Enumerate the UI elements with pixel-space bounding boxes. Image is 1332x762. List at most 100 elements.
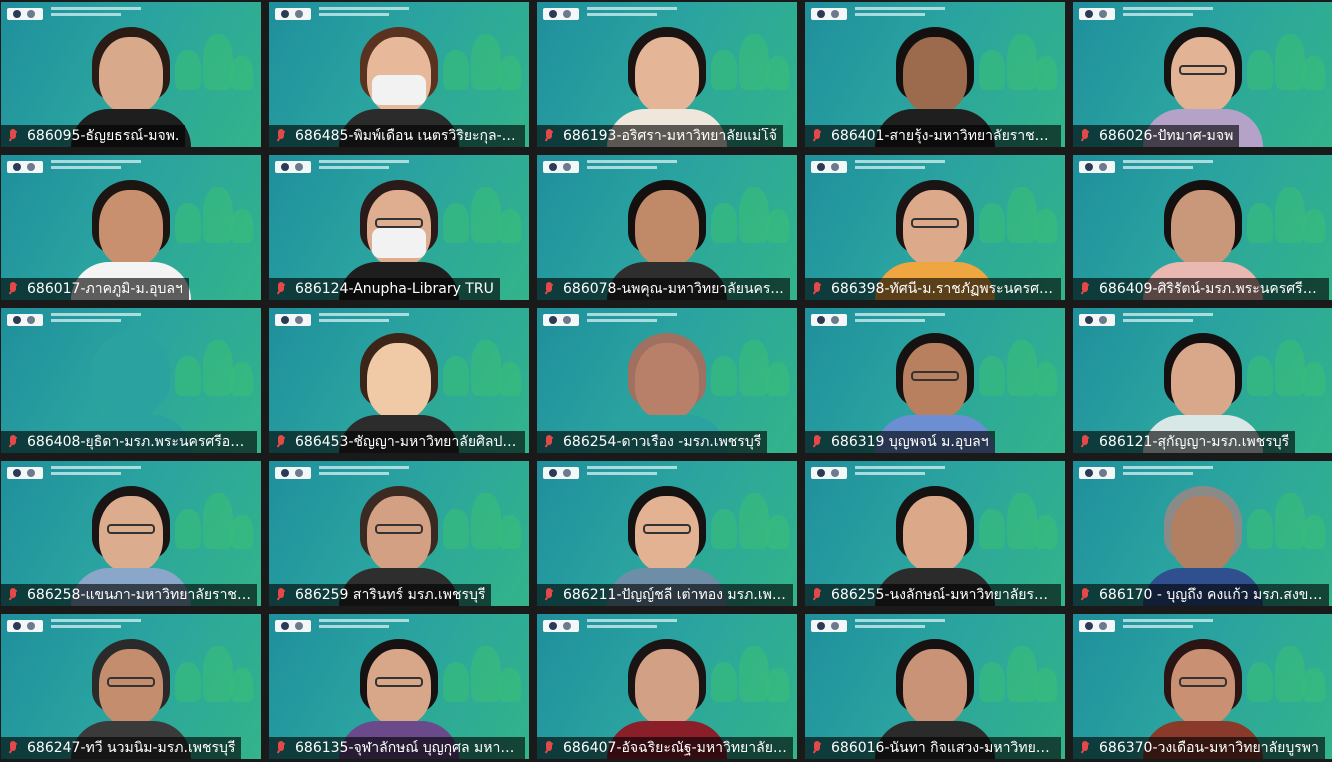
participant-name: 686193-อริศรา-มหาวิทยาลัยแม่โจ้: [563, 128, 777, 144]
muted-mic-icon: [5, 587, 21, 603]
glasses: [107, 677, 155, 687]
participant-name: 686409-ศิริรัตน์-มรภ.พระนครศรีอย...: [1099, 281, 1323, 297]
participant-tile[interactable]: 686095-ธัญยธรณ์-มจพ.: [1, 2, 261, 147]
participant-tile[interactable]: 686247-ทวี นวมนิ่ม-มรภ.เพชรบุรี: [1, 614, 261, 759]
organization-logo: [811, 467, 847, 479]
banner-text-line: [587, 319, 657, 322]
participant-tile[interactable]: 686453-ชัญญา-มหาวิทยาลัยศิลปา...: [269, 308, 529, 453]
banner-text-line: [51, 625, 121, 628]
participant-name-label: 686170 - บุญถึง คงแก้ว มรภ.สงขลา: [1073, 584, 1329, 606]
banner-text-line: [51, 166, 121, 169]
participant-name: 686078-นพคุณ-มหาวิทยาลัยนคร...: [563, 281, 784, 297]
participant-tile[interactable]: 686319 บุญพจน์ ม.อุบลฯ: [805, 308, 1065, 453]
participant-tile[interactable]: 686408-ยุธิดา-มรภ.พระนครศรีอยุธ...: [1, 308, 261, 453]
participant-name-label: 686409-ศิริรัตน์-มรภ.พระนครศรีอย...: [1073, 278, 1329, 300]
participant-name-label: 686407-อัจฉริยะณัฐ-มหาวิทยาลัยร...: [537, 737, 793, 759]
participant-name: 686247-ทวี นวมนิ่ม-มรภ.เพชรบุรี: [27, 740, 236, 756]
banner-text-line: [855, 472, 925, 475]
participant-tile[interactable]: 686211-ปัญญ์ชลี เต่าทอง มรภ.เพช...: [537, 461, 797, 606]
participant-tile[interactable]: 686258-แขนภา-มหาวิทยาลัยราชภั...: [1, 461, 261, 606]
organization-logo: [811, 161, 847, 173]
participant-name: 686121-สุกัญญา-มรภ.เพชรบุรี: [1099, 434, 1290, 450]
participant-name-label: 686016-นันทา กิจแสวง-มหาวิทยาลั...: [805, 737, 1061, 759]
organization-logo: [7, 314, 43, 326]
banner-text-line: [319, 13, 389, 16]
participant-name: 686095-ธัญยธรณ์-มจพ.: [27, 128, 180, 144]
participant-tile[interactable]: 686193-อริศรา-มหาวิทยาลัยแม่โจ้: [537, 2, 797, 147]
organization-logo: [275, 467, 311, 479]
participant-tile[interactable]: 686409-ศิริรัตน์-มรภ.พระนครศรีอย...: [1073, 155, 1332, 300]
participant-name: 686026-ปัทมาศ-มจพ: [1099, 128, 1234, 144]
participant-name-label: 686370-วงเดือน-มหาวิทยาลัยบูรพา: [1073, 737, 1325, 759]
banner-text-line: [855, 619, 945, 622]
participant-tile[interactable]: 686254-ดาวเรือง -มรภ.เพชรบุรี: [537, 308, 797, 453]
participant-tile[interactable]: 686016-นันทา กิจแสวง-มหาวิทยาลั...: [805, 614, 1065, 759]
participant-tile[interactable]: 686401-สายรุ้ง-มหาวิทยาลัยราชภั...: [805, 2, 1065, 147]
banner-text-line: [319, 319, 389, 322]
participant-name: 686370-วงเดือน-มหาวิทยาลัยบูรพา: [1099, 740, 1319, 756]
muted-mic-icon: [5, 281, 21, 297]
muted-mic-icon: [1077, 740, 1093, 756]
banner-text-line: [855, 160, 945, 163]
banner-text-line: [1123, 472, 1193, 475]
muted-mic-icon: [809, 740, 825, 756]
organization-logo: [543, 161, 579, 173]
banner-text-line: [51, 7, 141, 10]
muted-mic-icon: [273, 128, 289, 144]
participant-tile[interactable]: 686170 - บุญถึง คงแก้ว มรภ.สงขลา: [1073, 461, 1332, 606]
participant-tile[interactable]: 686121-สุกัญญา-มรภ.เพชรบุรี: [1073, 308, 1332, 453]
organization-logo: [275, 8, 311, 20]
participant-name-label: 686124-Anupha-Library TRU: [269, 278, 500, 300]
banner-text-line: [855, 625, 925, 628]
glasses: [1179, 65, 1227, 75]
participant-name: 686211-ปัญญ์ชลี เต่าทอง มรภ.เพช...: [563, 587, 787, 603]
muted-mic-icon: [5, 434, 21, 450]
banner-text-line: [1123, 619, 1213, 622]
banner-text-line: [1123, 13, 1193, 16]
participant-name: 686255-นงลักษณ์-มหาวิทยาลัยรา...: [831, 587, 1055, 603]
muted-mic-icon: [809, 587, 825, 603]
muted-mic-icon: [541, 434, 557, 450]
participant-name-label: 686095-ธัญยธรณ์-มจพ.: [1, 125, 186, 147]
participant-tile[interactable]: 686124-Anupha-Library TRU: [269, 155, 529, 300]
glasses: [375, 218, 423, 228]
banner-text-line: [855, 319, 925, 322]
participant-tile[interactable]: 686259 สารินทร์ มรภ.เพชรบุรี: [269, 461, 529, 606]
participant-tile[interactable]: 686255-นงลักษณ์-มหาวิทยาลัยรา...: [805, 461, 1065, 606]
participant-tile[interactable]: 686407-อัจฉริยะณัฐ-มหาวิทยาลัยร...: [537, 614, 797, 759]
muted-mic-icon: [273, 281, 289, 297]
banner-text-line: [319, 466, 409, 469]
muted-mic-icon: [541, 281, 557, 297]
participant-tile[interactable]: 686017-ภาคภูมิ-ม.อุบลฯ: [1, 155, 261, 300]
organization-logo: [543, 467, 579, 479]
muted-mic-icon: [541, 740, 557, 756]
participant-name: 686408-ยุธิดา-มรภ.พระนครศรีอยุธ...: [27, 434, 251, 450]
participant-tile[interactable]: 686398-ทัศนี-ม.ราชภัฏพระนครศรี...: [805, 155, 1065, 300]
participant-tile[interactable]: 686026-ปัทมาศ-มจพ: [1073, 2, 1332, 147]
participant-name: 686407-อัจฉริยะณัฐ-มหาวิทยาลัยร...: [563, 740, 787, 756]
banner-text-line: [1123, 166, 1193, 169]
banner-text-line: [587, 625, 657, 628]
participant-name-label: 686408-ยุธิดา-มรภ.พระนครศรีอยุธ...: [1, 431, 257, 453]
participant-tile[interactable]: 686135-จุฬาลักษณ์ บุญกุศล มหาวิ...: [269, 614, 529, 759]
participant-name-label: 686398-ทัศนี-ม.ราชภัฏพระนครศรี...: [805, 278, 1061, 300]
organization-logo: [811, 8, 847, 20]
banner-text-line: [1123, 7, 1213, 10]
participant-name-label: 686485-พิมพ์เดือน เนตรวิริยะกุล-ม...: [269, 125, 525, 147]
banner-text-line: [1123, 625, 1193, 628]
participant-tile[interactable]: 686485-พิมพ์เดือน เนตรวิริยะกุล-ม...: [269, 2, 529, 147]
muted-mic-icon: [1077, 281, 1093, 297]
muted-mic-icon: [809, 434, 825, 450]
organization-logo: [543, 620, 579, 632]
banner-text-line: [319, 625, 389, 628]
participant-name: 686401-สายรุ้ง-มหาวิทยาลัยราชภั...: [831, 128, 1055, 144]
participant-name: 686258-แขนภา-มหาวิทยาลัยราชภั...: [27, 587, 251, 603]
participant-name-label: 686017-ภาคภูมิ-ม.อุบลฯ: [1, 278, 189, 300]
banner-text-line: [587, 313, 677, 316]
banner-text-line: [1123, 313, 1213, 316]
organization-logo: [1079, 620, 1115, 632]
participant-name-label: 686121-สุกัญญา-มรภ.เพชรบุรี: [1073, 431, 1296, 453]
participant-tile[interactable]: 686370-วงเดือน-มหาวิทยาลัยบูรพา: [1073, 614, 1332, 759]
participant-tile[interactable]: 686078-นพคุณ-มหาวิทยาลัยนคร...: [537, 155, 797, 300]
banner-text-line: [51, 619, 141, 622]
